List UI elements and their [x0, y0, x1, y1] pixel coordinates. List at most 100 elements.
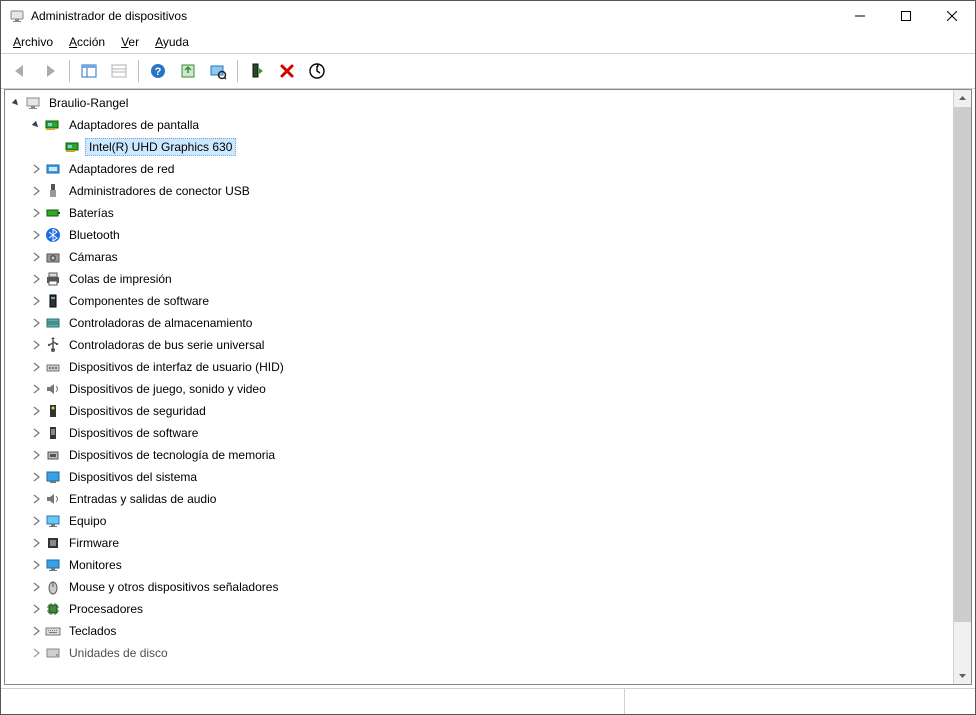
toolbar-enable-device[interactable]	[243, 57, 271, 85]
expand-icon[interactable]	[29, 470, 43, 484]
tree-category[interactable]: Teclados	[5, 620, 953, 642]
tree-category[interactable]: Componentes de software	[5, 290, 953, 312]
memory-tech-icon	[45, 447, 61, 463]
tree-category[interactable]: Procesadores	[5, 598, 953, 620]
scroll-down-button[interactable]	[954, 667, 971, 684]
toolbar-separator	[69, 60, 70, 82]
software-device-icon	[45, 425, 61, 441]
expand-icon[interactable]	[29, 448, 43, 462]
expand-icon[interactable]	[29, 272, 43, 286]
toolbar-show-hide-tree[interactable]	[75, 57, 103, 85]
collapse-icon[interactable]	[9, 96, 23, 110]
tree-label: Componentes de software	[65, 292, 213, 310]
expand-icon[interactable]	[29, 602, 43, 616]
tree-category[interactable]: Entradas y salidas de audio	[5, 488, 953, 510]
expand-icon[interactable]	[29, 228, 43, 242]
expand-icon[interactable]	[29, 580, 43, 594]
tree-category[interactable]: Monitores	[5, 554, 953, 576]
hid-icon	[45, 359, 61, 375]
expand-icon[interactable]	[29, 162, 43, 176]
tree-label: Controladoras de almacenamiento	[65, 314, 256, 332]
expand-icon[interactable]	[29, 624, 43, 638]
tree-category[interactable]: Dispositivos de tecnología de memoria	[5, 444, 953, 466]
tree-label: Entradas y salidas de audio	[65, 490, 220, 508]
toolbar-properties[interactable]	[105, 57, 133, 85]
processor-icon	[45, 601, 61, 617]
tree-category[interactable]: Dispositivos de interfaz de usuario (HID…	[5, 356, 953, 378]
tree-category[interactable]: Administradores de conector USB	[5, 180, 953, 202]
tree-device-intel-uhd-630[interactable]: Intel(R) UHD Graphics 630	[5, 136, 953, 158]
tree-label: Adaptadores de red	[65, 160, 178, 178]
toolbar-update-driver[interactable]	[174, 57, 202, 85]
vertical-scrollbar[interactable]	[953, 90, 971, 684]
tree-label: Administradores de conector USB	[65, 182, 254, 200]
toolbar-help[interactable]: ?	[144, 57, 172, 85]
tree-category[interactable]: Mouse y otros dispositivos señaladores	[5, 576, 953, 598]
expand-icon[interactable]	[29, 382, 43, 396]
menu-help[interactable]: Ayuda	[147, 31, 197, 53]
status-cell-1	[1, 689, 625, 714]
scroll-track[interactable]	[954, 107, 971, 667]
toolbar: ?	[1, 53, 975, 89]
tree-category[interactable]: Dispositivos del sistema	[5, 466, 953, 488]
tree-label: Controladoras de bus serie universal	[65, 336, 268, 354]
tree-category[interactable]: Dispositivos de seguridad	[5, 400, 953, 422]
expand-icon[interactable]	[29, 316, 43, 330]
menu-action[interactable]: Acción	[61, 31, 113, 53]
expand-icon[interactable]	[29, 338, 43, 352]
toolbar-scan-hardware[interactable]	[204, 57, 232, 85]
minimize-button[interactable]	[837, 1, 883, 31]
toolbar-uninstall[interactable]	[273, 57, 301, 85]
expand-icon[interactable]	[29, 360, 43, 374]
usb-icon	[45, 183, 61, 199]
tree-category[interactable]: Bluetooth	[5, 224, 953, 246]
tree-category[interactable]: Baterías	[5, 202, 953, 224]
expand-icon[interactable]	[29, 250, 43, 264]
collapse-icon[interactable]	[29, 118, 43, 132]
tree-label: Baterías	[65, 204, 118, 222]
tree-category[interactable]: Colas de impresión	[5, 268, 953, 290]
tree-category[interactable]: Equipo	[5, 510, 953, 532]
expand-icon[interactable]	[29, 184, 43, 198]
expand-icon[interactable]	[29, 404, 43, 418]
toolbar-forward[interactable]	[36, 57, 64, 85]
toolbar-scan-changes[interactable]	[303, 57, 331, 85]
usb-controller-icon	[45, 337, 61, 353]
expand-icon[interactable]	[29, 536, 43, 550]
scroll-up-button[interactable]	[954, 90, 971, 107]
sound-icon	[45, 381, 61, 397]
scroll-thumb[interactable]	[954, 107, 971, 622]
expand-icon[interactable]	[29, 206, 43, 220]
tree-label: Bluetooth	[65, 226, 124, 244]
svg-text:?: ?	[155, 66, 162, 78]
tree-category[interactable]: Controladoras de almacenamiento	[5, 312, 953, 334]
bluetooth-icon	[45, 227, 61, 243]
tree-label: Teclados	[65, 622, 120, 640]
expand-icon[interactable]	[29, 492, 43, 506]
tree-label: Intel(R) UHD Graphics 630	[85, 138, 236, 156]
expand-icon[interactable]	[29, 294, 43, 308]
disk-icon	[45, 645, 61, 661]
menubar: Archivo Acción Ver Ayuda	[1, 31, 975, 53]
menu-file[interactable]: Archivo	[5, 31, 61, 53]
menu-view[interactable]: Ver	[113, 31, 147, 53]
expand-icon[interactable]	[29, 514, 43, 528]
tree-category-display-adapters[interactable]: Adaptadores de pantalla	[5, 114, 953, 136]
device-tree[interactable]: Braulio-Rangel Adaptadores de pantalla I…	[5, 90, 953, 684]
tree-root[interactable]: Braulio-Rangel	[5, 92, 953, 114]
expand-icon[interactable]	[29, 558, 43, 572]
expand-icon[interactable]	[29, 646, 43, 660]
tree-category[interactable]: Dispositivos de software	[5, 422, 953, 444]
close-button[interactable]	[929, 1, 975, 31]
tree-category[interactable]: Firmware	[5, 532, 953, 554]
tree-category[interactable]: Cámaras	[5, 246, 953, 268]
display-adapter-icon	[65, 139, 81, 155]
tree-category[interactable]: Dispositivos de juego, sonido y video	[5, 378, 953, 400]
tree-category[interactable]: Unidades de disco	[5, 642, 953, 664]
expand-icon[interactable]	[29, 426, 43, 440]
maximize-button[interactable]	[883, 1, 929, 31]
tree-category[interactable]: Controladoras de bus serie universal	[5, 334, 953, 356]
titlebar: Administrador de dispositivos	[1, 1, 975, 31]
toolbar-back[interactable]	[6, 57, 34, 85]
tree-category[interactable]: Adaptadores de red	[5, 158, 953, 180]
